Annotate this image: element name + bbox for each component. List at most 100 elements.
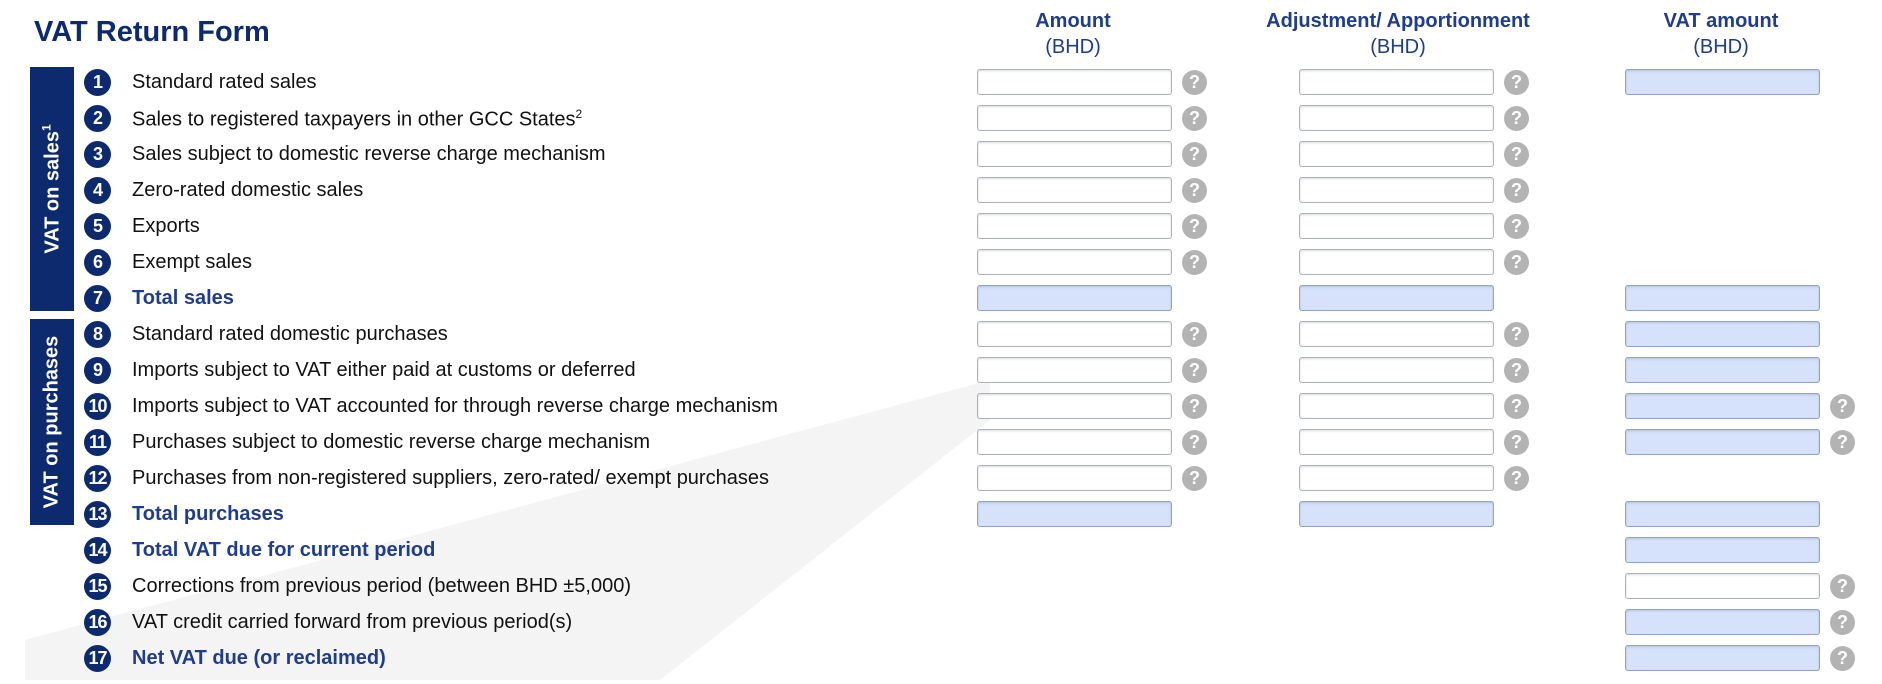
help-icon[interactable]: ? [1504, 142, 1529, 167]
row-number-badge: 4 [84, 177, 111, 204]
help-icon[interactable]: ? [1504, 466, 1529, 491]
help-icon[interactable]: ? [1182, 430, 1207, 455]
form-row-14: 14 Total VAT due for current period [0, 532, 1882, 568]
vat-amount-calculated-field [1625, 537, 1820, 563]
row-number-badge: 12 [84, 465, 111, 492]
amount-input[interactable] [977, 177, 1172, 203]
adjustment-input[interactable] [1299, 429, 1494, 455]
adjustment-input[interactable] [1299, 393, 1494, 419]
help-icon[interactable]: ? [1182, 70, 1207, 95]
vat-amount-calculated-field [1625, 285, 1820, 311]
vat-amount-calculated-field [1625, 357, 1820, 383]
row-label: Total purchases [132, 503, 284, 526]
row-label-text: Sales to registered taxpayers in other G… [132, 108, 576, 131]
column-title: Adjustment/ Apportionment [1266, 10, 1530, 32]
row-label-text: Purchases from non-registered suppliers,… [132, 467, 769, 489]
row-label-text: Exempt sales [132, 251, 253, 273]
amount-input[interactable] [977, 105, 1172, 131]
amount-input[interactable] [977, 321, 1172, 347]
form-row-5: 5 Exports?? [0, 208, 1882, 244]
amount-input[interactable] [977, 141, 1172, 167]
adjustment-input[interactable] [1299, 357, 1494, 383]
amount-calculated-field [977, 285, 1172, 311]
help-icon[interactable]: ? [1504, 178, 1529, 203]
form-row-13: 13 Total purchases [0, 496, 1882, 532]
amount-input[interactable] [977, 213, 1172, 239]
row-number-badge: 17 [84, 645, 111, 672]
help-icon[interactable]: ? [1830, 394, 1855, 419]
row-number-badge: 13 [84, 501, 111, 528]
amount-input[interactable] [977, 249, 1172, 275]
help-icon[interactable]: ? [1182, 250, 1207, 275]
column-unit: (BHD) [1370, 36, 1426, 58]
row-number-badge: 14 [84, 537, 111, 564]
form-row-11: 11 Purchases subject to domestic reverse … [0, 424, 1882, 460]
form-row-16: 16 VAT credit carried forward from previo… [0, 604, 1882, 640]
row-label: Imports subject to VAT either paid at cu… [132, 359, 636, 382]
column-header-amount: Amount (BHD) [976, 8, 1170, 60]
help-icon[interactable]: ? [1182, 358, 1207, 383]
vat-amount-input[interactable] [1625, 573, 1820, 599]
row-number-badge: 9 [84, 357, 111, 384]
help-icon[interactable]: ? [1504, 106, 1529, 131]
help-icon[interactable]: ? [1182, 466, 1207, 491]
vat-amount-calculated-field [1625, 321, 1820, 347]
adjustment-input[interactable] [1299, 321, 1494, 347]
help-icon[interactable]: ? [1504, 250, 1529, 275]
form-row-9: 9 Imports subject to VAT either paid at c… [0, 352, 1882, 388]
vat-amount-calculated-field [1625, 645, 1820, 671]
row-label: VAT credit carried forward from previous… [132, 611, 572, 634]
help-icon[interactable]: ? [1182, 214, 1207, 239]
column-title: Amount [1035, 10, 1111, 32]
form-row-15: 15 Corrections from previous period (betw… [0, 568, 1882, 604]
column-unit: (BHD) [1045, 36, 1101, 58]
row-label-text: Purchases subject to domestic reverse ch… [132, 431, 651, 453]
help-icon[interactable]: ? [1830, 646, 1855, 671]
row-label: Purchases from non-registered suppliers,… [132, 467, 769, 490]
row-label: Standard rated domestic purchases [132, 323, 448, 346]
help-icon[interactable]: ? [1182, 142, 1207, 167]
help-icon[interactable]: ? [1830, 574, 1855, 599]
row-label: Exports [132, 215, 200, 238]
amount-input[interactable] [977, 465, 1172, 491]
amount-input[interactable] [977, 69, 1172, 95]
adjustment-input[interactable] [1299, 249, 1494, 275]
adjustment-input[interactable] [1299, 213, 1494, 239]
page-title: VAT Return Form [34, 16, 270, 48]
help-icon[interactable]: ? [1504, 322, 1529, 347]
amount-input[interactable] [977, 393, 1172, 419]
adjustment-calculated-field [1299, 285, 1494, 311]
row-number-badge: 7 [84, 285, 111, 312]
form-row-10: 10 Imports subject to VAT accounted for t… [0, 388, 1882, 424]
help-icon[interactable]: ? [1504, 394, 1529, 419]
column-header-adjustment: Adjustment/ Apportionment (BHD) [1248, 8, 1548, 60]
help-icon[interactable]: ? [1504, 358, 1529, 383]
column-unit: (BHD) [1693, 36, 1749, 58]
amount-input[interactable] [977, 429, 1172, 455]
adjustment-input[interactable] [1299, 465, 1494, 491]
help-icon[interactable]: ? [1830, 610, 1855, 635]
row-label: Total sales [132, 287, 234, 310]
help-icon[interactable]: ? [1504, 430, 1529, 455]
help-icon[interactable]: ? [1182, 106, 1207, 131]
form-row-8: 8 Standard rated domestic purchases?? [0, 316, 1882, 352]
form-row-2: 2 Sales to registered taxpayers in other … [0, 100, 1882, 136]
footnote-marker: 2 [575, 107, 583, 121]
row-label: Corrections from previous period (betwee… [132, 575, 631, 598]
help-icon[interactable]: ? [1504, 70, 1529, 95]
adjustment-input[interactable] [1299, 105, 1494, 131]
help-icon[interactable]: ? [1182, 394, 1207, 419]
row-number-badge: 16 [84, 609, 111, 636]
row-number-badge: 6 [84, 249, 111, 276]
adjustment-input[interactable] [1299, 177, 1494, 203]
row-label: Purchases subject to domestic reverse ch… [132, 431, 650, 454]
row-number-badge: 15 [84, 573, 111, 600]
help-icon[interactable]: ? [1830, 430, 1855, 455]
adjustment-input[interactable] [1299, 69, 1494, 95]
form-row-1: 1 Standard rated sales?? [0, 64, 1882, 100]
help-icon[interactable]: ? [1182, 322, 1207, 347]
adjustment-input[interactable] [1299, 141, 1494, 167]
amount-input[interactable] [977, 357, 1172, 383]
help-icon[interactable]: ? [1182, 178, 1207, 203]
help-icon[interactable]: ? [1504, 214, 1529, 239]
